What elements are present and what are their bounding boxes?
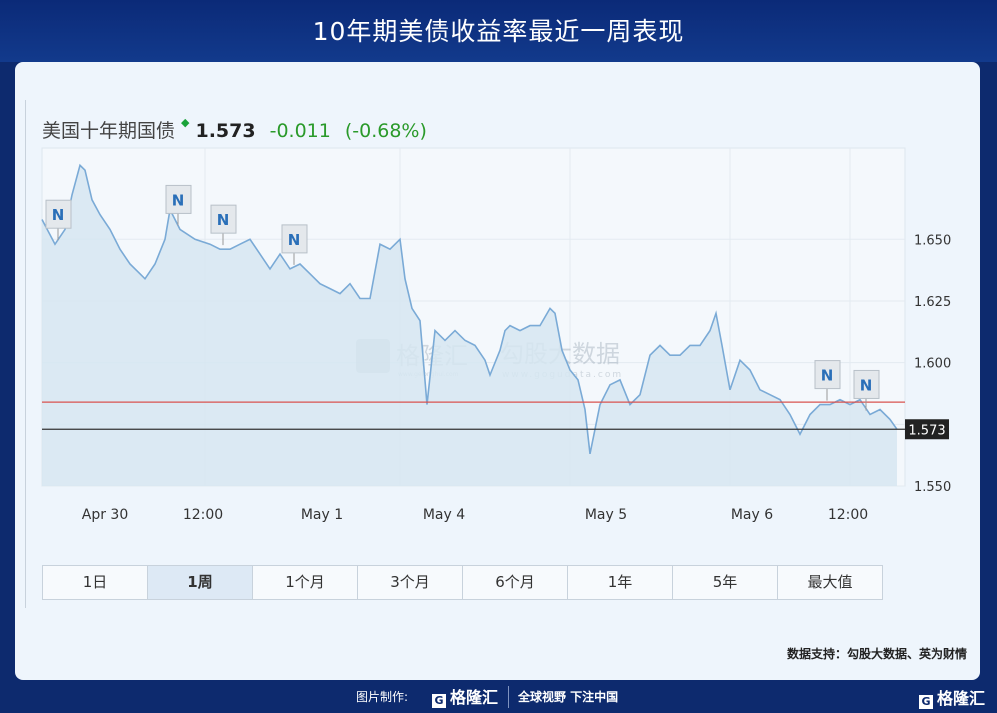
- timeframe-selector: 1日 1周 1个月 3个月 6个月 1年 5年 最大值: [42, 565, 883, 600]
- y-tick-label: 1.600: [914, 357, 951, 372]
- timeframe-button[interactable]: 最大值: [778, 566, 882, 599]
- y-tick-label: 1.650: [914, 233, 951, 248]
- y-tick-label: 1.550: [914, 480, 951, 495]
- divider: [508, 686, 509, 708]
- x-tick-label: 12:00: [183, 507, 223, 523]
- footer-logo: G 格隆汇: [432, 684, 498, 708]
- x-tick-label: May 5: [585, 507, 627, 523]
- timeframe-button[interactable]: 6个月: [463, 566, 568, 599]
- x-tick-label: May 1: [301, 507, 343, 523]
- x-tick-label: 12:00: [828, 507, 868, 523]
- news-marker-label: N: [172, 191, 185, 209]
- x-tick-label: Apr 30: [82, 507, 128, 523]
- timeframe-button[interactable]: 1日: [43, 566, 148, 599]
- news-marker-label: N: [821, 367, 834, 385]
- footer-logo-right: G 格隆汇: [918, 685, 985, 709]
- y-axis: 1.550 1.600 1.625 1.650: [914, 233, 951, 495]
- timeframe-button[interactable]: 1个月: [253, 566, 358, 599]
- x-axis: Apr 30 12:00 May 1 May 4 May 5 May 6 12:00: [82, 507, 868, 523]
- news-marker-label: N: [217, 211, 230, 229]
- current-price-label: 1.573: [905, 419, 949, 440]
- y-tick-label: 1.625: [914, 295, 951, 310]
- news-marker-label: N: [860, 376, 873, 394]
- price-chart[interactable]: 格隆汇 www.gelonghui.com 勾股大数据 www.gogudata…: [0, 0, 997, 713]
- footer-slogan: 全球视野 下注中国: [518, 690, 619, 704]
- made-by-label: 图片制作:: [356, 690, 409, 704]
- x-tick-label: May 4: [423, 507, 465, 523]
- timeframe-button[interactable]: 3个月: [358, 566, 463, 599]
- footer-logo-text: 格隆汇: [450, 688, 499, 707]
- data-source: 数据支持：勾股大数据、英为财情: [786, 647, 967, 661]
- news-marker-label: N: [288, 231, 301, 249]
- footer-logo-right-text: 格隆汇: [936, 689, 985, 708]
- current-price-text: 1.573: [908, 423, 945, 438]
- x-tick-label: May 6: [731, 507, 773, 523]
- timeframe-button[interactable]: 1年: [568, 566, 673, 599]
- logo-icon: G: [432, 694, 446, 708]
- timeframe-button[interactable]: 5年: [673, 566, 778, 599]
- logo-icon: G: [918, 695, 933, 709]
- footer: 图片制作: G 格隆汇 全球视野 下注中国 G 格隆汇: [0, 680, 997, 713]
- news-marker-label: N: [52, 206, 65, 224]
- timeframe-button[interactable]: 1周: [148, 566, 253, 599]
